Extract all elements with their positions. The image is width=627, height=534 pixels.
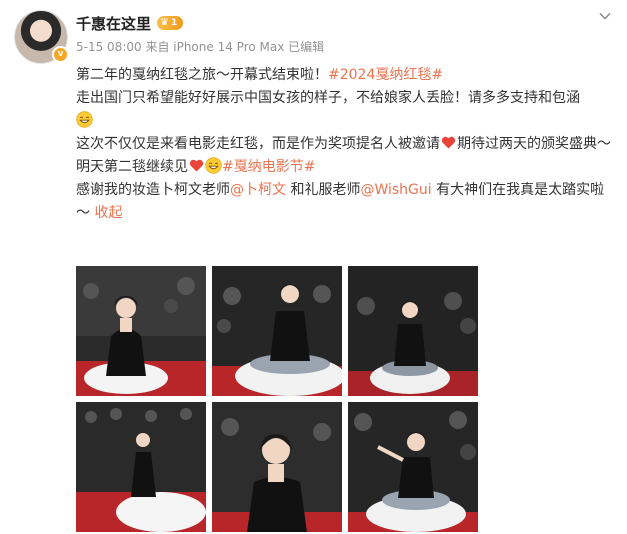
text-segment: 感谢我的妆造卜柯文老师 — [76, 182, 230, 198]
text-line — [76, 110, 616, 133]
grin-emoji-icon — [205, 157, 222, 174]
topic-link[interactable]: #2024戛纳红毯# — [328, 67, 443, 83]
text-line: 这次不仅仅是来看电影走红毯，而是作为奖项提名人被邀请 期待过两天的颁奖盛典～ — [76, 133, 616, 156]
text-line: 走出国门只希望能好好展示中国女孩的样子，不给娘家人丢脸！请多多支持和包涵 — [76, 87, 616, 110]
crown-icon: ♛ — [160, 17, 169, 28]
topic-link[interactable]: #戛纳电影节# — [222, 159, 315, 175]
text-segment: 走出国门只希望能好好展示中国女孩的样子，不给娘家人丢脸！请多多支持和包涵 — [76, 90, 580, 106]
post-meta[interactable]: 5-15 08:00 来自 iPhone 14 Pro Max 已编辑 — [76, 38, 324, 55]
photo-5[interactable] — [212, 402, 342, 532]
text-segment: 期待过两天的颁奖盛典～ — [457, 136, 611, 152]
photo-6[interactable] — [348, 402, 478, 532]
text-segment: 这次不仅仅是来看电影走红毯，而是作为奖项提名人被邀请 — [76, 136, 440, 152]
grin-emoji-icon — [76, 111, 93, 128]
photo-4[interactable] — [76, 402, 206, 532]
heart-emoji-icon — [440, 134, 457, 151]
avatar[interactable]: v — [14, 10, 69, 64]
author-row: 千惠在这里 ♛ 1 — [76, 12, 184, 34]
mention-link[interactable]: @卜柯文 — [230, 182, 286, 198]
photo-2[interactable] — [212, 266, 342, 396]
text-segment: 和礼服老师 — [286, 182, 361, 198]
weibo-post-card: v 千惠在这里 ♛ 1 5-15 08:00 来自 iPhone 14 Pro … — [0, 0, 627, 534]
photo-grid — [76, 266, 478, 534]
text-segment: 明天第二毯继续见 — [76, 159, 188, 175]
photo-1[interactable] — [76, 266, 206, 396]
photo-3[interactable] — [348, 266, 478, 396]
vip-badge-icon[interactable]: ♛ 1 — [157, 16, 184, 30]
mention-link[interactable]: @WishGui — [360, 182, 431, 198]
chevron-down-icon[interactable] — [599, 10, 611, 22]
author-name[interactable]: 千惠在这里 — [76, 13, 151, 34]
vip-level: 1 — [170, 18, 178, 28]
post-text: 第二年的戛纳红毯之旅～开幕式结束啦！#2024戛纳红毯# 走出国门只希望能好好展… — [76, 64, 616, 225]
text-line: 第二年的戛纳红毯之旅～开幕式结束啦！#2024戛纳红毯# — [76, 64, 616, 87]
verified-badge-icon: v — [52, 46, 69, 63]
text-line: 感谢我的妆造卜柯文老师@卜柯文 和礼服老师@WishGui 有大神们在我真是太踏… — [76, 179, 616, 225]
text-segment: 第二年的戛纳红毯之旅～开幕式结束啦！ — [76, 67, 328, 83]
heart-emoji-icon — [188, 157, 205, 174]
collapse-link[interactable]: 收起 — [94, 205, 122, 221]
text-line: 明天第二毯继续见 #戛纳电影节# — [76, 156, 616, 179]
